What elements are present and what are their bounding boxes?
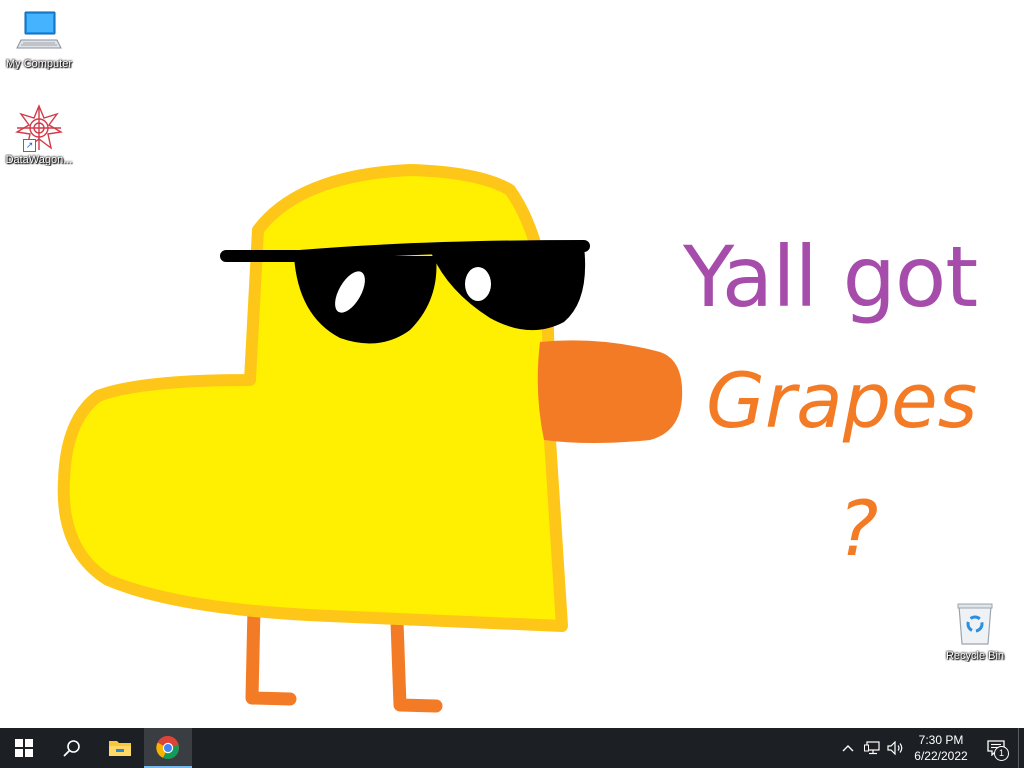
wallpaper-text-line1: Yall got <box>683 228 978 326</box>
sunglasses-glint-right <box>465 267 491 301</box>
wallpaper-text-line3: ? <box>838 484 879 573</box>
desktop-icon-label: My Computer <box>5 58 73 70</box>
shortcut-arrow-icon: ↗ <box>23 139 36 152</box>
network-icon <box>864 741 880 755</box>
search-icon <box>63 740 80 757</box>
wallpaper-text-line2: Grapes <box>706 356 978 445</box>
search-button[interactable] <box>48 728 96 768</box>
show-desktop-button[interactable] <box>1018 728 1024 768</box>
desktop-icon-recycle-bin[interactable]: Recycle Bin <box>936 600 1014 662</box>
duck-leg-left <box>245 601 297 706</box>
duck-leg-right <box>390 615 443 713</box>
chevron-up-icon <box>842 745 854 752</box>
desktop-icon-datawagon[interactable]: ↗ DataWagon... <box>0 104 78 166</box>
network-button[interactable] <box>860 728 884 768</box>
wallpaper: Yall got Grapes ? <box>0 0 1024 728</box>
desktop[interactable]: Yall got Grapes ? My Computer ↗ DataWago… <box>0 0 1024 728</box>
taskbar: 7:30 PM 6/22/2022 1 <box>0 728 1024 768</box>
chrome-icon <box>156 736 179 759</box>
datawagon-icon: ↗ <box>14 104 64 152</box>
duck-body <box>57 164 568 632</box>
volume-icon <box>887 741 903 755</box>
clock-date: 6/22/2022 <box>914 749 968 763</box>
recycle-bin-icon <box>951 600 999 648</box>
show-hidden-icons-button[interactable] <box>836 728 860 768</box>
notification-count-badge: 1 <box>994 746 1009 761</box>
duck-beak <box>537 340 683 443</box>
desktop-icon-label: Recycle Bin <box>945 650 1005 662</box>
start-button[interactable] <box>0 728 48 768</box>
action-center-button[interactable]: 1 <box>974 728 1018 768</box>
computer-icon <box>15 8 63 56</box>
windows-logo-icon <box>15 739 33 757</box>
clock-time: 7:30 PM <box>918 733 964 747</box>
taskbar-chrome[interactable] <box>144 728 192 768</box>
desktop-icon-label: DataWagon... <box>5 154 73 166</box>
taskbar-file-explorer[interactable] <box>96 728 144 768</box>
clock[interactable]: 7:30 PM 6/22/2022 <box>908 728 974 768</box>
volume-button[interactable] <box>884 728 908 768</box>
folder-icon <box>109 741 131 756</box>
desktop-icon-my-computer[interactable]: My Computer <box>0 8 78 70</box>
system-tray: 7:30 PM 6/22/2022 1 <box>836 728 1024 768</box>
